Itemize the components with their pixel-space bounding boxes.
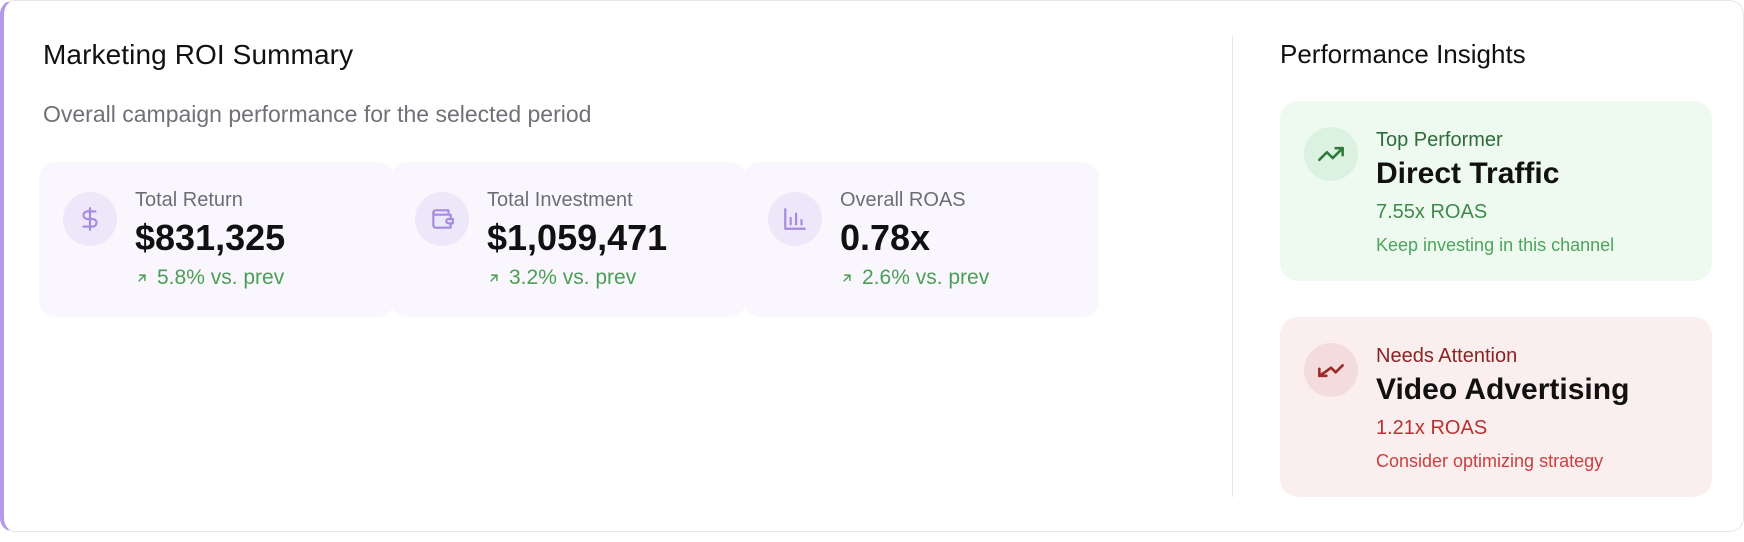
roi-summary-card: Marketing ROI Summary Overall campaign p… bbox=[0, 0, 1744, 532]
arrow-up-right-icon bbox=[490, 274, 498, 282]
insight-needs-attention: Needs Attention Video Advertising 1.21x … bbox=[1280, 317, 1712, 497]
metric-change-text: 3.2% vs. prev bbox=[509, 266, 637, 289]
arrow-up-right-icon bbox=[843, 274, 851, 282]
insight-advice: Consider optimizing strategy bbox=[1376, 451, 1604, 471]
summary-title: Marketing ROI Summary bbox=[43, 39, 354, 70]
metric-change: 3.2% vs. prev bbox=[487, 266, 636, 290]
insight-top-performer: Top Performer Direct Traffic 7.55x ROAS … bbox=[1280, 101, 1712, 281]
section-divider bbox=[1232, 35, 1233, 497]
insight-roas: 7.55x ROAS bbox=[1376, 201, 1488, 223]
summary-subtitle: Overall campaign performance for the sel… bbox=[43, 101, 592, 127]
insight-channel-name: Video Advertising bbox=[1376, 373, 1630, 406]
insight-advice: Keep investing in this channel bbox=[1376, 235, 1615, 255]
metric-card-overall-roas: Overall ROAS 0.78x 2.6% vs. prev bbox=[744, 162, 1099, 317]
insights-title: Performance Insights bbox=[1280, 39, 1526, 69]
arrow-up-right-icon bbox=[138, 274, 146, 282]
metric-change-text: 5.8% vs. prev bbox=[157, 266, 285, 289]
insights-section: Performance Insights Top Performer Direc… bbox=[1280, 1, 1712, 533]
metric-change-text: 2.6% vs. prev bbox=[862, 266, 990, 289]
metric-label: Total Return bbox=[135, 189, 243, 211]
bar-chart-icon bbox=[768, 192, 822, 246]
insight-kicker: Needs Attention bbox=[1376, 345, 1518, 367]
metric-label: Overall ROAS bbox=[840, 189, 966, 211]
insight-channel-name: Direct Traffic bbox=[1376, 157, 1560, 190]
metric-card-total-investment: Total Investment $1,059,471 3.2% vs. pre… bbox=[391, 162, 746, 317]
metric-change: 5.8% vs. prev bbox=[135, 266, 284, 290]
insight-roas: 1.21x ROAS bbox=[1376, 417, 1488, 439]
trending-down-icon bbox=[1304, 343, 1358, 397]
metric-card-total-return: Total Return $831,325 5.8% vs. prev bbox=[39, 162, 394, 317]
wallet-icon bbox=[415, 192, 469, 246]
insight-kicker: Top Performer bbox=[1376, 129, 1503, 151]
metric-value: $831,325 bbox=[135, 217, 286, 258]
summary-section: Marketing ROI Summary Overall campaign p… bbox=[39, 1, 1189, 533]
trending-up-icon bbox=[1304, 127, 1358, 181]
dollar-icon bbox=[63, 192, 117, 246]
metric-change: 2.6% vs. prev bbox=[840, 266, 989, 290]
metric-label: Total Investment bbox=[487, 189, 633, 211]
metric-value: $1,059,471 bbox=[487, 217, 668, 258]
metric-value: 0.78x bbox=[840, 217, 931, 258]
